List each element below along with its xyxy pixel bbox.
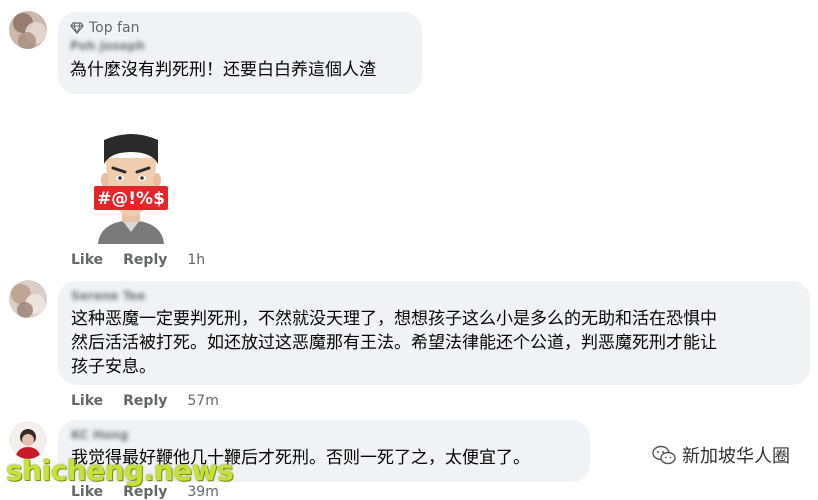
comment-author[interactable]: KC Hong <box>71 428 576 444</box>
reply-button[interactable]: Reply <box>123 393 167 409</box>
top-fan-badge: Top fan <box>70 19 408 37</box>
badge-label: Top fan <box>89 20 140 36</box>
site-watermark: shicheng.news <box>6 454 234 487</box>
comment-actions: Like Reply 1h <box>71 252 205 268</box>
comment-bubble: Top fan Poh Joseph 為什麼沒有判死刑！还要白白养這個人渣 <box>58 12 422 94</box>
sticker-text: #@!%$ <box>97 189 165 209</box>
comment-timestamp[interactable]: 1h <box>187 252 205 268</box>
diamond-icon <box>70 22 84 34</box>
sticker-image: #@!%$ <box>92 128 170 244</box>
comment-author[interactable]: Poh Joseph <box>70 39 408 55</box>
comment-text: 為什麼沒有判死刑！还要白白养這個人渣 <box>70 60 376 80</box>
comment-author[interactable]: Serene Tee <box>71 289 796 305</box>
watermark-label: 新加坡华人圈 <box>682 446 790 467</box>
avatar-image <box>9 11 47 49</box>
wechat-watermark: 新加坡华人圈 <box>652 442 790 468</box>
commenter-avatar[interactable] <box>9 11 47 49</box>
comment-actions: Like Reply 57m <box>71 393 219 409</box>
wechat-icon <box>652 445 676 465</box>
commenter-avatar[interactable] <box>9 280 47 318</box>
avatar-image <box>9 280 47 318</box>
like-button[interactable]: Like <box>71 252 103 268</box>
comment-timestamp[interactable]: 57m <box>187 393 218 409</box>
like-button[interactable]: Like <box>71 393 103 409</box>
comment-bubble: Serene Tee 这种恶魔一定要判死刑，不然就没天理了，想想孩子这么小是多么… <box>58 281 810 385</box>
reply-button[interactable]: Reply <box>123 252 167 268</box>
comment-text: 这种恶魔一定要判死刑，不然就没天理了，想想孩子这么小是多么的无助和活在恐惧中 然… <box>71 309 717 377</box>
